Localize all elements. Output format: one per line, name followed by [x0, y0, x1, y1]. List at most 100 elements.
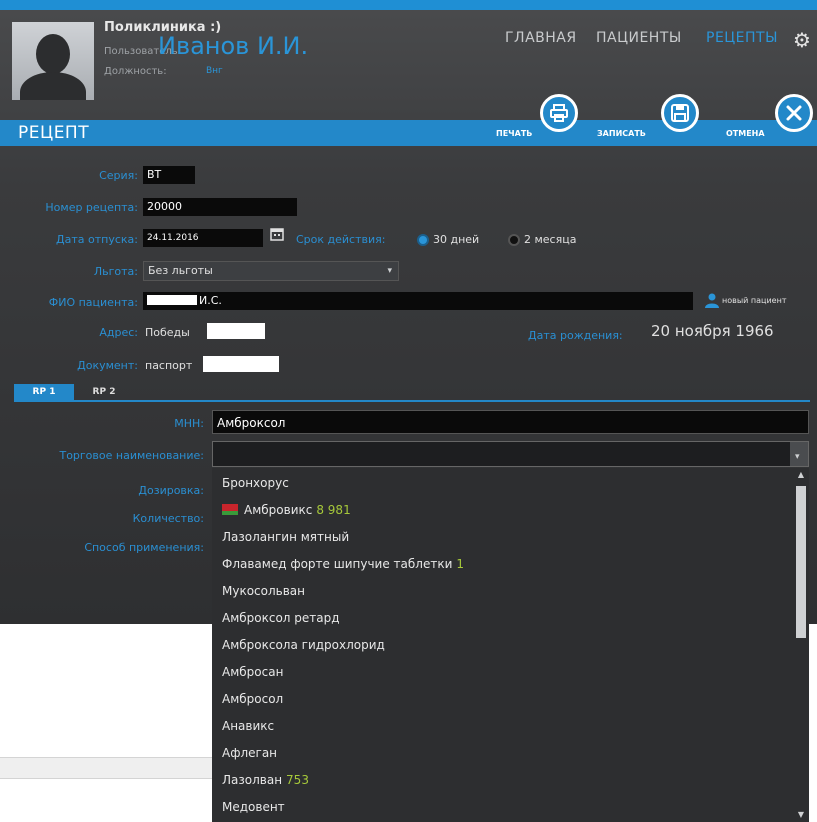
option-qty: 1: [456, 557, 465, 571]
bottom-strip: [0, 757, 212, 779]
patient-value: И.С.: [199, 294, 222, 307]
printer-icon: [550, 104, 568, 122]
number-label: Номер рецепта:: [45, 201, 138, 214]
chevron-down-icon: ▾: [795, 452, 800, 462]
scroll-thumb[interactable]: [796, 486, 806, 638]
benefit-select[interactable]: Без льготы ▾: [143, 261, 399, 281]
number-input[interactable]: 20000: [143, 198, 297, 216]
method-label: Способ применения:: [84, 541, 204, 554]
benefit-value: Без льготы: [148, 264, 213, 277]
calendar-icon[interactable]: [270, 226, 284, 241]
validity-2m-label: 2 месяца: [524, 233, 577, 246]
scrollbar[interactable]: ▲ ▼: [793, 468, 809, 822]
doc-label: Документ:: [77, 359, 138, 372]
option-name: Амбросан: [222, 665, 284, 679]
address-value: Победы: [145, 326, 190, 339]
date-label: Дата отпуска:: [56, 233, 138, 246]
title-bar: [0, 0, 817, 10]
tab-rp1[interactable]: RP 1: [14, 384, 74, 400]
bar-title: РЕЦЕПТ: [18, 123, 90, 143]
trade-dropdown-toggle[interactable]: ▾: [790, 442, 808, 466]
option-name: Анавикс: [222, 719, 275, 733]
option-name: Амбросол: [222, 692, 284, 706]
option-name: Амброксол ретард: [222, 611, 340, 625]
birth-label: Дата рождения:: [528, 329, 623, 342]
avatar-body: [20, 72, 86, 100]
trade-label: Торговое наименование:: [59, 449, 204, 462]
list-item[interactable]: Флавамед форте шипучие таблетки 1: [212, 551, 809, 578]
list-item[interactable]: Амброксол ретард: [212, 605, 809, 632]
list-item[interactable]: Амбровикс 8 981: [212, 497, 809, 524]
save-label[interactable]: ЗАПИСАТЬ: [597, 129, 646, 138]
print-button[interactable]: [540, 94, 578, 132]
address-redacted: [207, 323, 265, 339]
validity-30-radio[interactable]: [417, 234, 429, 246]
address-label: Адрес:: [99, 326, 138, 339]
floppy-icon: [671, 104, 689, 122]
position-value: Внг: [206, 66, 223, 76]
recipe-bar: РЕЦЕПТ ПЕЧАТЬ ЗАПИСАТЬ ОТМЕНА: [0, 94, 817, 146]
scroll-up-icon[interactable]: ▲: [796, 470, 806, 480]
list-item[interactable]: Медовент: [212, 794, 809, 821]
list-item[interactable]: Амбросан: [212, 659, 809, 686]
new-patient-link[interactable]: новый пациент: [722, 296, 787, 305]
validity-2m-radio[interactable]: [508, 234, 520, 246]
list-item[interactable]: Лазолангин мятный: [212, 524, 809, 551]
list-items: Бронхорус Амбровикс 8 981 Лазолангин мятный…: [212, 468, 809, 821]
option-qty: 753: [286, 773, 309, 787]
patient-redacted: [147, 295, 197, 305]
tab-rp2[interactable]: RP 2: [84, 384, 124, 400]
list-item[interactable]: Афлеган: [212, 740, 809, 767]
trade-select[interactable]: ▾: [212, 441, 809, 467]
list-item[interactable]: Мукосольван: [212, 578, 809, 605]
list-item[interactable]: Амбросол: [212, 686, 809, 713]
option-name: Лазолван: [222, 773, 283, 787]
option-name: Амброксола гидрохлорид: [222, 638, 385, 652]
print-label[interactable]: ПЕЧАТЬ: [496, 129, 532, 138]
option-name: Бронхорус: [222, 476, 289, 490]
validity-30-label: 30 дней: [433, 233, 480, 246]
qty-label: Количество:: [132, 512, 204, 525]
patient-input[interactable]: И.С.: [143, 292, 693, 310]
patient-label: ФИО пациента:: [48, 296, 138, 309]
close-icon: [786, 105, 802, 121]
option-name: Мукосольван: [222, 584, 305, 598]
scroll-down-icon[interactable]: ▼: [796, 810, 806, 820]
doc-value: паспорт: [145, 359, 193, 372]
doc-redacted: [203, 356, 279, 372]
list-item[interactable]: Анавикс: [212, 713, 809, 740]
gear-icon[interactable]: ⚙: [793, 28, 811, 52]
series-label: Серия:: [99, 169, 138, 182]
mnn-label: МНН:: [174, 417, 204, 430]
flag-icon: [222, 504, 238, 515]
option-qty: 8 981: [316, 503, 351, 517]
nav-main[interactable]: ГЛАВНАЯ: [505, 30, 577, 46]
chevron-down-icon: ▾: [387, 266, 392, 276]
series-input[interactable]: ВТ: [143, 166, 195, 184]
benefit-label: Льгота:: [93, 265, 138, 278]
avatar: [12, 22, 94, 100]
user-name: Иванов И.И.: [158, 32, 309, 60]
position-label: Должность:: [104, 66, 167, 77]
nav-patients[interactable]: ПАЦИЕНТЫ: [596, 30, 682, 46]
mnn-input[interactable]: Амброксол: [212, 410, 809, 434]
option-name: Амбровикс: [244, 503, 313, 517]
option-name: Флавамед форте шипучие таблетки: [222, 557, 453, 571]
avatar-head: [36, 34, 70, 74]
list-item[interactable]: Бронхорус: [212, 470, 809, 497]
tab-underline: [14, 400, 810, 402]
dose-label: Дозировка:: [138, 484, 204, 497]
option-name: Афлеган: [222, 746, 278, 760]
date-input[interactable]: 24.11.2016: [143, 229, 263, 247]
cancel-button[interactable]: [775, 94, 813, 132]
validity-label: Срок действия:: [296, 233, 386, 246]
person-icon[interactable]: [704, 292, 720, 308]
trade-options-list[interactable]: Бронхорус Амбровикс 8 981 Лазолангин мятный…: [212, 468, 809, 822]
nav-recipes[interactable]: РЕЦЕПТЫ: [706, 30, 778, 46]
birth-value: 20 ноября 1966: [651, 322, 774, 340]
list-item[interactable]: Лазолван 753: [212, 767, 809, 794]
cancel-label[interactable]: ОТМЕНА: [726, 129, 765, 138]
save-button[interactable]: [661, 94, 699, 132]
list-item[interactable]: Амброксола гидрохлорид: [212, 632, 809, 659]
option-name: Лазолангин мятный: [222, 530, 350, 544]
